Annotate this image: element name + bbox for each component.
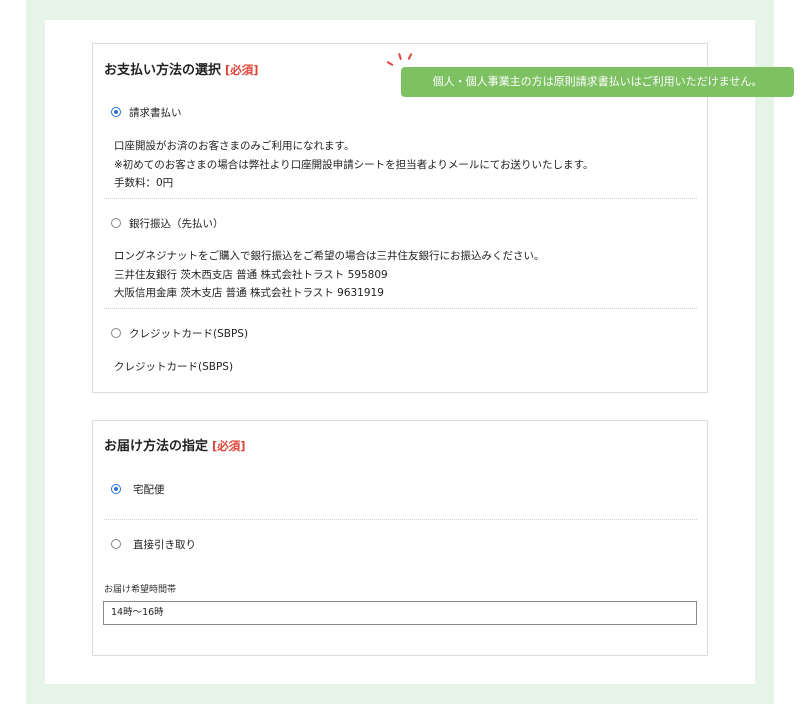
option-divider	[104, 519, 697, 520]
radio-pickup[interactable]	[111, 539, 121, 549]
credit-desc-line: クレジットカード(SBPS)	[114, 361, 234, 373]
option-label-pickup[interactable]: 直接引き取り	[133, 537, 196, 552]
option-divider	[104, 308, 697, 309]
option-label-home-delivery[interactable]: 宅配便	[133, 482, 165, 497]
required-badge: [必須]	[212, 439, 246, 453]
bank-desc-line: ロングネジナットをご購入で銀行振込をご希望の場合は三井住友銀行にお振込みください…	[114, 250, 545, 262]
delivery-method-title-text: お届け方法の指定	[104, 439, 209, 454]
delivery-method-section: お届け方法の指定 [必須] 宅配便 直接引き取り お届け希望時間帯 14時〜16時	[92, 420, 708, 656]
option-divider	[104, 198, 697, 199]
invoice-desc-line: 手数料：0円	[114, 177, 174, 189]
option-label-bank-transfer[interactable]: 銀行振込（先払い）	[129, 216, 224, 231]
payment-method-title: お支払い方法の選択 [必須]	[104, 59, 259, 78]
radio-credit-card[interactable]	[111, 328, 121, 338]
credit-card-description: クレジットカード(SBPS)	[114, 358, 233, 377]
required-badge: [必須]	[225, 63, 259, 77]
invoice-desc-line: 口座開設がお済のお客さまのみご利用になれます。	[114, 140, 355, 152]
option-label-credit-card[interactable]: クレジットカード(SBPS)	[129, 326, 248, 341]
bank-desc-line: 大阪信用金庫 茨木支店 普通 株式会社トラスト 9631919	[114, 287, 384, 299]
radio-home-delivery[interactable]	[111, 484, 121, 494]
notice-tooltip: 個人・個人事業主の方は原則請求書払いはご利用いただけません。	[401, 67, 794, 97]
bank-transfer-description: ロングネジナットをご購入で銀行振込をご希望の場合は三井住友銀行にお振込みください…	[114, 247, 545, 303]
delivery-time-select[interactable]: 14時〜16時	[103, 601, 697, 625]
radio-bank-transfer[interactable]	[111, 218, 121, 228]
delivery-method-title: お届け方法の指定 [必須]	[104, 435, 246, 454]
invoice-description: 口座開設がお済のお客さまのみご利用になれます。 ※初めてのお客さまの場合は弊社よ…	[114, 137, 594, 193]
delivery-time-label: お届け希望時間帯	[104, 585, 177, 595]
bank-desc-line: 三井住友銀行 茨木西支店 普通 株式会社トラスト 595809	[114, 268, 388, 281]
option-label-invoice[interactable]: 請求書払い	[129, 105, 182, 120]
radio-invoice[interactable]	[111, 107, 121, 117]
payment-method-title-text: お支払い方法の選択	[104, 63, 222, 78]
invoice-desc-line: ※初めてのお客さまの場合は弊社より口座開設申請シートを担当者よりメールにてお送り…	[114, 158, 594, 171]
